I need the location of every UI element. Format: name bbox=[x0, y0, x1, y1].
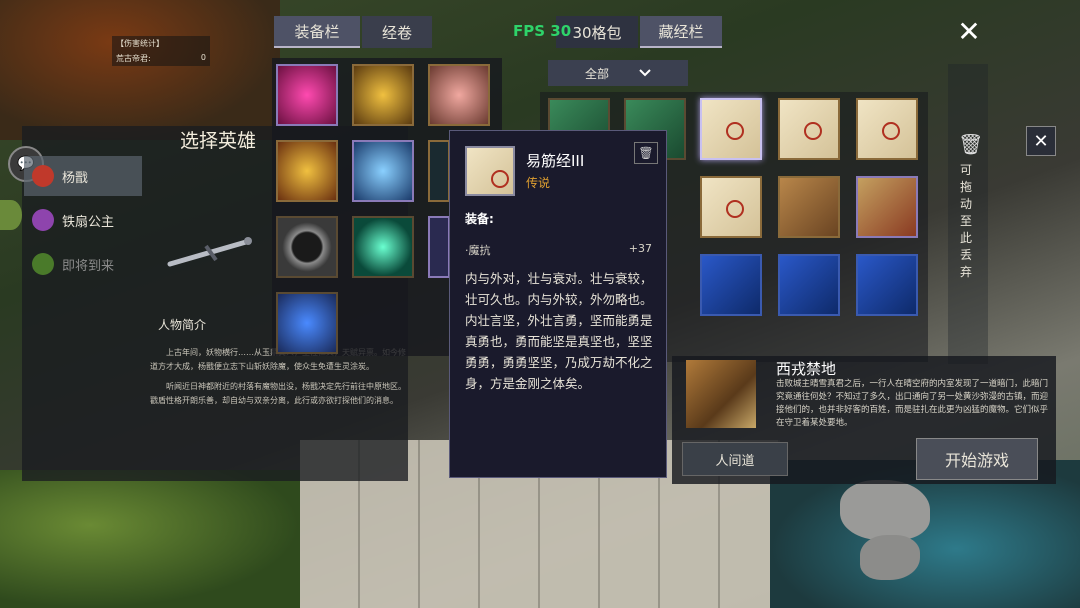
equipment-slot[interactable] bbox=[276, 216, 338, 278]
blue-sutra-icon bbox=[780, 256, 838, 314]
close-icon: ✕ bbox=[1033, 130, 1049, 152]
discard-label: 可拖动至此丢弃 bbox=[960, 163, 973, 279]
hero-select-title: 选择英雄 bbox=[180, 130, 257, 152]
background-foliage-left bbox=[0, 470, 300, 608]
hero-tab-label: 即将到来 bbox=[62, 258, 115, 274]
magic-claw-icon bbox=[278, 66, 336, 124]
trash-icon: 🗑 bbox=[958, 132, 984, 156]
tooltip-stat-value: +37 bbox=[628, 242, 652, 255]
sutra-slot[interactable] bbox=[856, 176, 918, 238]
partial-item-icon bbox=[430, 218, 448, 276]
sutra-slot[interactable] bbox=[700, 176, 762, 238]
sutra-slot[interactable] bbox=[856, 98, 918, 160]
map-name: 西戎禁地 bbox=[776, 360, 837, 378]
damage-stats-panel: 【伤害统计】 荒古帝君: 0 bbox=[112, 36, 210, 66]
ornament-icon bbox=[430, 66, 488, 124]
partial-item-icon bbox=[430, 142, 448, 200]
filter-label: 全部 bbox=[584, 66, 609, 81]
equipment-slot[interactable] bbox=[276, 140, 338, 202]
tooltip-item-name: 易筋经III bbox=[526, 152, 585, 170]
equipment-slot[interactable] bbox=[428, 64, 490, 126]
scroll-icon bbox=[702, 100, 760, 158]
sutra-slot-selected[interactable] bbox=[700, 98, 762, 160]
scroll-icon bbox=[702, 178, 760, 236]
golden-charm-icon bbox=[278, 142, 336, 200]
ring-icon bbox=[278, 218, 336, 276]
start-game-button[interactable]: 开始游戏 bbox=[916, 438, 1038, 480]
item-filter-dropdown[interactable]: 全部 bbox=[548, 60, 688, 86]
damage-stats-header: 【伤害统计】 bbox=[116, 39, 164, 48]
equipment-slot[interactable] bbox=[428, 140, 450, 202]
blue-boots-icon bbox=[278, 294, 336, 352]
map-close-button[interactable]: ✕ bbox=[1026, 126, 1056, 156]
map-thumbnail bbox=[686, 360, 756, 428]
trash-icon: 🗑 bbox=[638, 146, 654, 160]
hero-tab-coming-soon: 即将到来 bbox=[24, 244, 142, 284]
hero-emblem-icon bbox=[32, 209, 54, 231]
sutra-slot[interactable] bbox=[778, 176, 840, 238]
tab-sutra-storage[interactable]: 藏经栏 bbox=[640, 16, 722, 48]
blue-sutra-icon bbox=[858, 256, 916, 314]
scroll-icon bbox=[858, 100, 916, 158]
chevron-down-icon bbox=[639, 69, 651, 77]
scroll-icon bbox=[467, 148, 513, 194]
equipment-slot[interactable] bbox=[276, 64, 338, 126]
equipment-slot[interactable] bbox=[352, 140, 414, 202]
blue-sutra-icon bbox=[702, 256, 760, 314]
equipment-slot[interactable] bbox=[276, 292, 338, 354]
map-scroll-icon bbox=[780, 178, 838, 236]
map-description: 击败城主晴雪真君之后，一行人在晴空府的内室发现了一道暗门，此暗门究竟通往何处？不… bbox=[776, 379, 1049, 428]
hero-tab-tieshan[interactable]: 铁扇公主 bbox=[24, 200, 142, 240]
hero-emblem-icon bbox=[32, 165, 54, 187]
tooltip-item-grade: 传说 bbox=[526, 176, 551, 190]
hero-bio-text: 上古年间，妖物横行……从玉鼎真人，生性仁义，天赋异禀。如今修道方才大成，杨戬便立… bbox=[150, 346, 408, 414]
mode-button[interactable]: 人间道 bbox=[682, 442, 788, 476]
background-rock bbox=[840, 480, 930, 540]
background-tree bbox=[0, 0, 280, 140]
tied-scroll-icon bbox=[858, 178, 916, 236]
close-button[interactable]: ✕ bbox=[956, 15, 982, 48]
tooltip-stat-name: ·魔抗 bbox=[465, 244, 491, 257]
background-rock bbox=[860, 535, 920, 580]
scroll-icon bbox=[780, 100, 838, 158]
hero-emblem-icon bbox=[32, 253, 54, 275]
sutra-slot[interactable] bbox=[778, 98, 840, 160]
tooltip-item-icon bbox=[465, 146, 515, 196]
hero-weapon-illustration bbox=[167, 237, 252, 267]
close-icon: ✕ bbox=[957, 14, 981, 48]
tooltip-equip-header: 装备: bbox=[465, 212, 494, 226]
equipment-slot[interactable] bbox=[428, 216, 450, 278]
golden-fang-icon bbox=[354, 66, 412, 124]
tab-scrolls[interactable]: 经卷 bbox=[362, 16, 432, 48]
equipment-slot[interactable] bbox=[352, 64, 414, 126]
tooltip-discard-button[interactable]: 🗑 bbox=[634, 142, 658, 164]
equipment-slot[interactable] bbox=[352, 216, 414, 278]
hero-bio-paragraph: 听闻近日神都附近的村落有魔物出没，杨戬决定先行前往中原地区。戳盾性格开朗乐善，却… bbox=[150, 382, 406, 405]
hero-tab-yangjian[interactable]: 杨戬 bbox=[24, 156, 142, 196]
fps-counter: FPS 30 bbox=[513, 22, 572, 40]
sutra-slot[interactable] bbox=[856, 254, 918, 316]
side-orb-button[interactable] bbox=[0, 200, 22, 230]
damage-stats-value: 0 bbox=[200, 53, 206, 62]
tab-equipment[interactable]: 装备栏 bbox=[274, 16, 360, 48]
sutra-slot[interactable] bbox=[700, 254, 762, 316]
sutra-slot[interactable] bbox=[778, 254, 840, 316]
hero-tab-label: 铁扇公主 bbox=[62, 214, 115, 230]
damage-stats-name: 荒古帝君: bbox=[116, 54, 151, 63]
hero-bio-title: 人物简介 bbox=[158, 318, 207, 332]
hero-tab-label: 杨戬 bbox=[62, 170, 89, 186]
jade-orb-icon bbox=[354, 218, 412, 276]
tooltip-description: 内与外对，壮与衰对。壮与衰较，壮可久也。内与外较，外勿略也。内壮言坚，外壮言勇，… bbox=[465, 271, 653, 391]
ice-armor-icon bbox=[354, 142, 412, 200]
